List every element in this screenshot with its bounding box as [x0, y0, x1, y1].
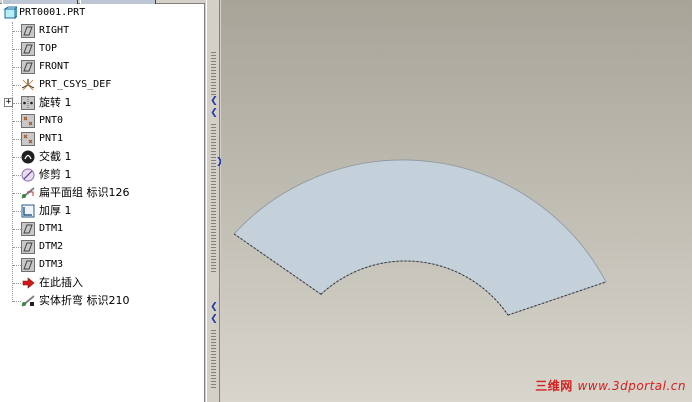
datum-plane-icon: [21, 240, 35, 254]
revolve-icon: [21, 96, 35, 110]
model-canvas: [233, 159, 607, 316]
part-icon: [3, 5, 19, 20]
tree-item[interactable]: DTM1: [0, 220, 204, 238]
tree-item-label: 旋转 1: [39, 96, 72, 109]
collapse-arrow-icon[interactable]: ❮: [210, 302, 218, 312]
datum-plane-icon: [21, 24, 35, 38]
watermark-url: www.3dportal.cn: [577, 379, 686, 393]
tree-item-label: PNT0: [39, 115, 64, 126]
graphics-viewport[interactable]: 三维网 www.3dportal.cn: [221, 0, 692, 402]
tree-item-label: TOP: [39, 43, 58, 54]
tree-item[interactable]: PNT0: [0, 112, 204, 130]
thicken-icon: [21, 204, 35, 218]
tree-item[interactable]: FRONT: [0, 58, 204, 76]
expand-toggle-icon[interactable]: +: [4, 98, 13, 107]
tree-item-label: RIGHT: [39, 25, 70, 36]
tree-item-label: 交截 1: [39, 150, 72, 163]
site-watermark: 三维网 www.3dportal.cn: [535, 377, 686, 394]
watermark-site-name: 三维网: [535, 379, 573, 393]
datum-plane-icon: [21, 60, 35, 74]
datum-point-icon: [21, 114, 35, 128]
solid-bend-icon: [21, 294, 35, 308]
tree-item[interactable]: 加厚 1: [0, 202, 204, 220]
collapse-arrow-icon[interactable]: ❮: [210, 96, 218, 106]
trim-icon: [21, 168, 35, 182]
tree-item-label: PRT0001.PRT: [19, 7, 86, 18]
splitter-grip[interactable]: [211, 330, 216, 390]
tree-item-label: DTM2: [39, 241, 64, 252]
tree-item[interactable]: DTM3: [0, 256, 204, 274]
tree-item[interactable]: 扁平面组 标识126: [0, 184, 204, 202]
tree-item-label: 在此插入: [39, 276, 83, 289]
insert-here-arrow-icon: [21, 276, 35, 290]
bent-part-surface[interactable]: [233, 159, 607, 316]
tree-item-label: FRONT: [39, 61, 70, 72]
collapse-arrow-icon[interactable]: ❮: [210, 108, 218, 118]
tree-item-label: 修剪 1: [39, 168, 72, 181]
tree-item[interactable]: RIGHT: [0, 22, 204, 40]
datum-point-icon: [21, 132, 35, 146]
splitter-grip[interactable]: [211, 124, 216, 274]
collapse-arrow-icon[interactable]: ❮: [210, 314, 218, 324]
tree-item-label: 加厚 1: [39, 204, 72, 217]
tree-item[interactable]: DTM2: [0, 238, 204, 256]
model-tree: PRT0001.PRT RIGHT TOP FRONT PRT_CSYS_DEF 旋转 1…: [0, 4, 205, 402]
tree-root-part[interactable]: PRT0001.PRT: [0, 4, 204, 22]
tree-item[interactable]: PNT1: [0, 130, 204, 148]
datum-plane-icon: [21, 258, 35, 272]
tree-item[interactable]: PRT_CSYS_DEF: [0, 76, 204, 94]
tree-item-label: DTM3: [39, 259, 64, 270]
tree-item-label: 实体折弯 标识210: [39, 294, 130, 307]
datum-plane-icon: [21, 222, 35, 236]
datum-plane-icon: [21, 42, 35, 56]
tree-item[interactable]: 旋转 1: [0, 94, 204, 112]
splitter-grip[interactable]: [211, 52, 216, 96]
tree-item[interactable]: 实体折弯 标识210: [0, 292, 204, 310]
tree-item-label: 扁平面组 标识126: [39, 186, 130, 199]
intersect-icon: [21, 150, 35, 164]
navigator-splitter[interactable]: ❮ ❮ ❮ ❮: [206, 0, 220, 402]
tree-item[interactable]: 修剪 1: [0, 166, 204, 184]
tree-item[interactable]: 在此插入: [0, 274, 204, 292]
tree-item-label: DTM1: [39, 223, 64, 234]
coordinate-system-icon: [21, 78, 35, 92]
tree-item-label: PRT_CSYS_DEF: [39, 79, 112, 90]
tree-item-label: PNT1: [39, 133, 64, 144]
tree-item[interactable]: TOP: [0, 40, 204, 58]
flatten-quilt-icon: [21, 186, 35, 200]
tree-item[interactable]: 交截 1: [0, 148, 204, 166]
